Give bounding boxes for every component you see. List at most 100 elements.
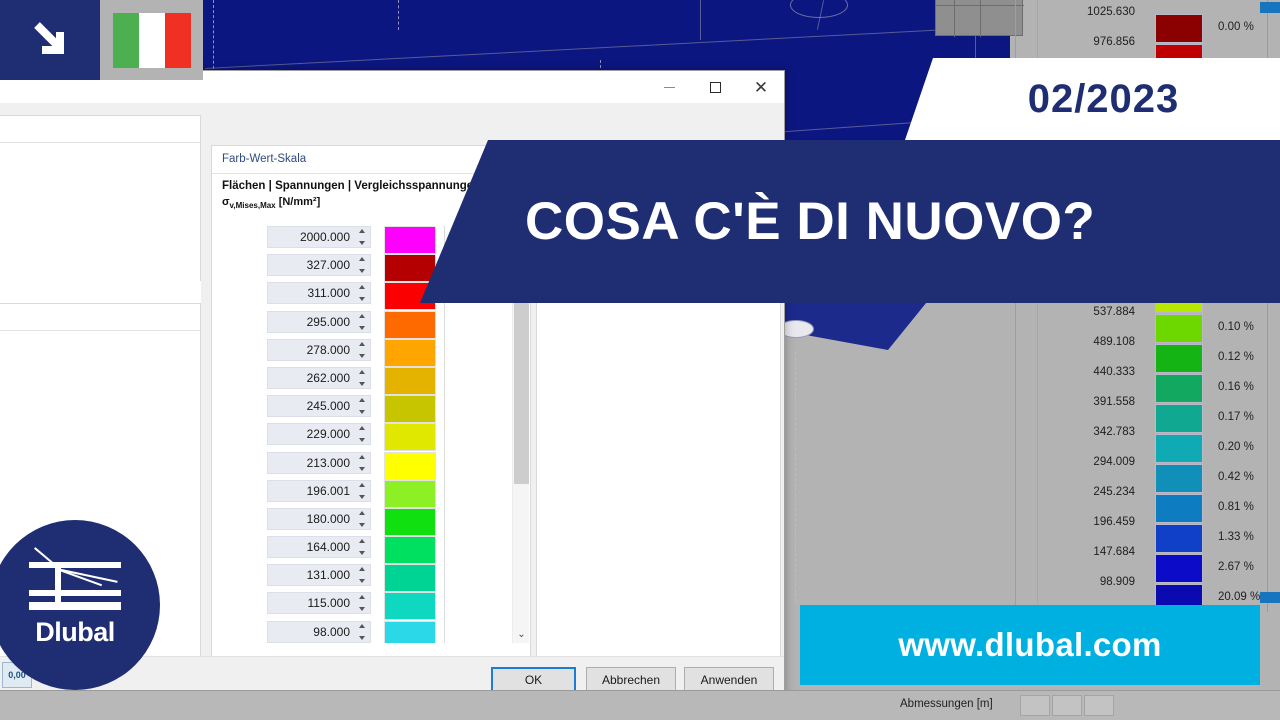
legend-row: 1025.630 0.00 % [1055,6,1280,44]
spinner-arrows-icon[interactable] [357,398,366,415]
spinner-arrows-icon[interactable] [357,539,366,556]
color-value-input[interactable]: 98.000 [267,620,371,643]
color-swatch[interactable] [384,395,436,424]
color-value-input[interactable]: 295.000 [267,310,371,333]
legend-row: 147.684 2.67 % [1055,546,1280,584]
color-value-row[interactable]: 278.000 [212,338,530,367]
color-value-input[interactable]: 311.000 [267,282,371,305]
legend-row: 537.884 0.10 % [1055,306,1280,344]
color-value-input[interactable]: 213.000 [267,451,371,474]
legend-swatch [1155,344,1203,373]
url-banner[interactable]: www.dlubal.com [800,605,1260,685]
spinner-arrows-icon[interactable] [357,285,366,302]
color-swatch[interactable] [384,592,436,621]
legend-swatch [1155,554,1203,583]
render-mode-icon[interactable] [1084,695,1114,716]
legend-percent: 20.09 % [1218,591,1261,603]
spinner-arrows-icon[interactable] [357,482,366,499]
color-swatch[interactable] [384,479,436,508]
close-button[interactable]: ✕ [738,71,784,103]
color-value-input[interactable]: 229.000 [267,423,371,446]
color-value-input[interactable]: 180.000 [267,507,371,530]
color-value-input[interactable]: 2000.000 [267,226,371,248]
spinner-arrows-icon[interactable] [357,229,366,245]
legend-value: 537.884 [1093,306,1135,318]
legend-value: 196.459 [1093,516,1135,528]
color-value-input[interactable]: 262.000 [267,366,371,389]
color-value-input[interactable]: 327.000 [267,254,371,277]
color-swatch[interactable] [384,254,436,283]
headline-text: COSA C'È DI NUOVO? [525,192,1096,251]
color-value-row[interactable]: 245.000 [212,395,530,424]
result-display-icon[interactable] [1020,695,1050,716]
color-value-row[interactable]: 115.000 [212,592,530,621]
chevron-down-icon[interactable]: ⌄ [513,626,530,643]
color-value-row[interactable]: 295.000 [212,310,530,339]
color-swatch[interactable] [384,226,436,254]
color-value-input[interactable]: 196.001 [267,479,371,502]
legend-value: 342.783 [1093,426,1135,438]
spinner-arrows-icon[interactable] [357,595,366,612]
legend-swatch [1155,494,1203,523]
legend-row: 245.234 0.81 % [1055,486,1280,524]
spinner-arrows-icon[interactable] [357,426,366,443]
spinner-arrows-icon[interactable] [357,341,366,358]
maximize-button[interactable] [692,71,738,103]
color-value-row[interactable]: 229.000 [212,423,530,452]
legend-marker-top [1260,2,1280,13]
color-value-row[interactable]: 196.001 [212,479,530,508]
legend-row: 294.009 0.42 % [1055,456,1280,494]
legend-value: 147.684 [1093,546,1135,558]
color-swatch[interactable] [384,310,436,339]
legend-swatch [1155,464,1203,493]
color-value-row[interactable]: 262.000 [212,366,530,395]
legend-percent: 0.20 % [1218,441,1254,453]
scale-caption-line1: Flächen | Spannungen | Vergleichsspannun… [222,180,481,192]
color-swatch[interactable] [384,423,436,452]
screenshot-root: 1025.6300.00 %976.856928.081879.306830.5… [0,0,1280,720]
spinner-arrows-icon[interactable] [357,567,366,584]
legend-row: 391.558 0.17 % [1055,396,1280,434]
color-swatch[interactable] [384,620,436,643]
url-text: www.dlubal.com [898,626,1162,663]
color-swatch[interactable] [384,338,436,367]
legend-percent: 0.17 % [1218,411,1254,423]
date-badge: 02/2023 [905,58,1280,140]
spinner-arrows-icon[interactable] [357,257,366,274]
legend-row: 440.333 0.16 % [1055,366,1280,404]
color-value-input[interactable]: 278.000 [267,338,371,361]
arrow-badge [0,0,100,80]
spinner-arrows-icon[interactable] [357,369,366,386]
spinner-arrows-icon[interactable] [357,313,366,330]
color-value-input[interactable]: 245.000 [267,395,371,418]
color-value-row[interactable]: 180.000 [212,507,530,536]
legend-percent: 0.81 % [1218,501,1254,513]
color-value-input[interactable]: 131.000 [267,564,371,587]
legend-value: 440.333 [1093,366,1135,378]
legend-percent: 2.67 % [1218,561,1254,573]
italy-flag-icon [112,12,191,68]
minimize-button[interactable] [646,71,692,103]
color-swatch[interactable] [384,507,436,536]
color-swatch[interactable] [384,564,436,593]
color-value-row[interactable]: 131.000 [212,564,530,593]
spinner-arrows-icon[interactable] [357,454,366,471]
legend-percent: 0.16 % [1218,381,1254,393]
minimize-icon [663,86,675,88]
legend-row: 489.108 0.12 % [1055,336,1280,374]
color-value-input[interactable]: 115.000 [267,592,371,615]
color-swatch[interactable] [384,366,436,395]
color-value-row[interactable]: 164.000 [212,536,530,565]
spinner-arrows-icon[interactable] [357,623,366,640]
legend-percent: 0.42 % [1218,471,1254,483]
legend-percent: 0.12 % [1218,351,1254,363]
color-value-row[interactable]: 98.000 [212,620,530,643]
legend-swatch [1155,404,1203,433]
color-value-input[interactable]: 164.000 [267,536,371,559]
color-swatch[interactable] [384,536,436,565]
scale-caption: Flächen | Spannungen | Vergleichsspannun… [222,178,480,211]
spinner-arrows-icon[interactable] [357,510,366,527]
color-value-row[interactable]: 213.000 [212,451,530,480]
glasses-icon[interactable] [1052,695,1082,716]
color-swatch[interactable] [384,451,436,480]
